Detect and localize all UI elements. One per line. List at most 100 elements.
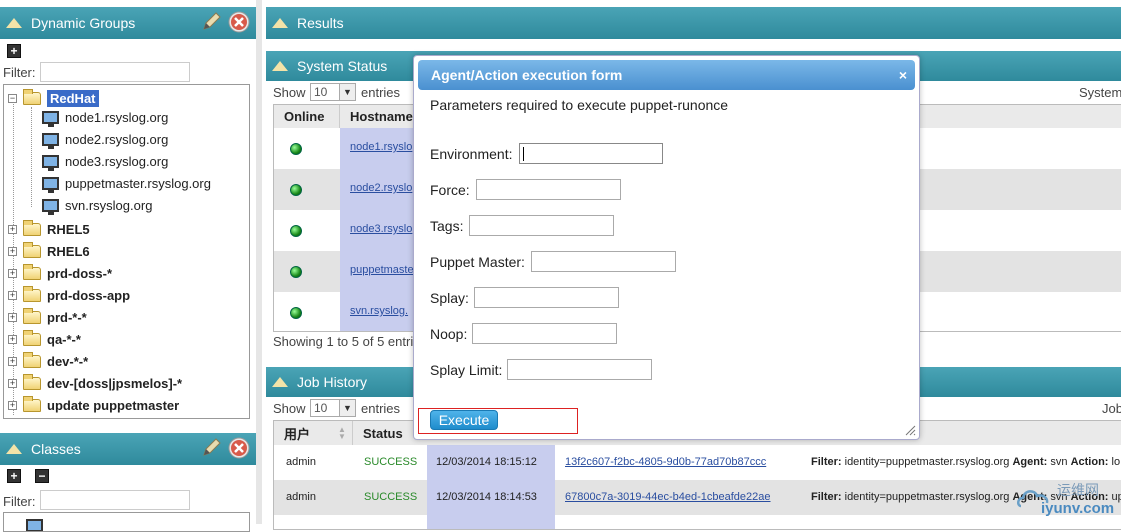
expand-toggle-icon[interactable]: + bbox=[8, 246, 17, 256]
tree-item-host[interactable]: puppetmaster.rsyslog.org bbox=[42, 173, 211, 193]
tree-item-update-puppetmaster[interactable]: + update puppetmaster bbox=[8, 395, 179, 415]
add-class-button[interactable]: + bbox=[7, 469, 21, 483]
job-user: admin bbox=[286, 491, 316, 503]
table-row[interactable]: admin SUCCESS 12/03/2014 18:14:53 67800c… bbox=[274, 480, 1121, 515]
dynamic-groups-title: Dynamic Groups bbox=[31, 15, 136, 31]
tree-item-host[interactable]: svn.rsyslog.org bbox=[42, 195, 152, 215]
chevron-down-icon: ▼ bbox=[339, 84, 355, 100]
remove-class-button[interactable]: − bbox=[35, 469, 49, 483]
collapse-toggle-icon[interactable]: − bbox=[8, 93, 17, 103]
splay-limit-input[interactable] bbox=[507, 359, 652, 380]
tree-item-host[interactable]: node2.rsyslog.org bbox=[42, 129, 168, 149]
force-label: Force: bbox=[430, 182, 470, 198]
hostname-link[interactable]: node3.rsyslo bbox=[350, 223, 412, 235]
noop-label: Noop: bbox=[430, 326, 468, 342]
dialog-description: Parameters required to execute puppet-ru… bbox=[430, 97, 729, 113]
job-id-link[interactable]: 13f2c607-f2bc-4805-9d0b-77ad70b87ccc bbox=[565, 456, 766, 468]
puppet-master-input[interactable] bbox=[531, 251, 676, 272]
environment-label: Environment: bbox=[430, 146, 513, 162]
job-status: SUCCESS bbox=[364, 491, 418, 503]
hostname-link[interactable]: node1.rsyslo bbox=[350, 141, 412, 153]
system-status-title: System Status bbox=[297, 58, 388, 74]
tree-item-dev-doss[interactable]: + dev-[doss|jpsmelos]-* bbox=[8, 373, 182, 393]
tree-item-host[interactable]: node3.rsyslog.org bbox=[42, 151, 168, 171]
add-group-button[interactable]: + bbox=[7, 44, 21, 58]
table-row[interactable]: admin SUCCESS 12/03/2014 18:15:12 13f2c6… bbox=[274, 445, 1121, 480]
edit-pencil-icon[interactable] bbox=[200, 11, 222, 33]
job-id-link[interactable]: 67800c7a-3019-44ec-b4ed-1cbeafde22ae bbox=[565, 491, 771, 503]
results-title: Results bbox=[297, 15, 344, 31]
expand-toggle-icon[interactable]: + bbox=[8, 290, 17, 300]
classes-header: Classes bbox=[0, 433, 256, 465]
page-size-select[interactable]: 10 ▼ bbox=[310, 399, 356, 417]
computer-icon bbox=[42, 132, 59, 149]
sort-icon: ▲ ▼ bbox=[338, 425, 346, 441]
folder-icon bbox=[23, 219, 41, 236]
collapse-triangle-icon[interactable] bbox=[6, 18, 22, 28]
expand-toggle-icon[interactable]: + bbox=[8, 334, 17, 344]
folder-icon bbox=[23, 307, 41, 324]
collapse-triangle-icon[interactable] bbox=[6, 444, 22, 454]
splay-label: Splay: bbox=[430, 290, 469, 306]
force-input[interactable] bbox=[476, 179, 621, 200]
hostname-link[interactable]: puppetmaste bbox=[350, 264, 414, 276]
online-status-icon bbox=[290, 184, 302, 196]
expand-toggle-icon[interactable]: + bbox=[8, 378, 17, 388]
online-status-icon bbox=[290, 266, 302, 278]
dynamic-groups-header: Dynamic Groups bbox=[0, 7, 256, 39]
delete-icon[interactable] bbox=[228, 11, 250, 33]
collapse-triangle-icon[interactable] bbox=[272, 18, 288, 28]
column-header-online[interactable]: Online bbox=[274, 105, 340, 128]
computer-icon bbox=[42, 198, 59, 215]
collapse-triangle-icon[interactable] bbox=[272, 377, 288, 387]
folder-icon bbox=[23, 263, 41, 280]
hostname-link[interactable]: node2.rsyslo bbox=[350, 182, 412, 194]
tree-item-rhel5[interactable]: + RHEL5 bbox=[8, 219, 90, 239]
computer-icon bbox=[26, 519, 43, 531]
computer-icon bbox=[42, 154, 59, 171]
classes-filter-input[interactable] bbox=[40, 490, 190, 510]
puppet-master-label: Puppet Master: bbox=[430, 254, 525, 270]
tree-item-dev[interactable]: + dev-*-* bbox=[8, 351, 88, 371]
online-status-icon bbox=[290, 143, 302, 155]
tree-item-redhat[interactable]: − RedHat bbox=[8, 88, 99, 108]
collapse-triangle-icon[interactable] bbox=[272, 61, 288, 71]
groups-filter-input[interactable] bbox=[40, 62, 190, 82]
splay-input[interactable] bbox=[474, 287, 619, 308]
table-row[interactable] bbox=[274, 515, 1121, 529]
delete-icon[interactable] bbox=[228, 437, 250, 459]
expand-toggle-icon[interactable]: + bbox=[8, 312, 17, 322]
dialog-titlebar[interactable]: Agent/Action execution form × bbox=[418, 60, 915, 90]
online-status-icon bbox=[290, 307, 302, 319]
computer-icon bbox=[42, 176, 59, 193]
edit-pencil-icon[interactable] bbox=[200, 437, 222, 459]
show-label: Show bbox=[273, 85, 306, 100]
expand-toggle-icon[interactable]: + bbox=[8, 400, 17, 410]
tree-item-qa[interactable]: + qa-*-* bbox=[8, 329, 81, 349]
tree-item-prd-doss[interactable]: + prd-doss-* bbox=[8, 263, 112, 283]
tree-item-host[interactable]: node1.rsyslog.org bbox=[42, 107, 168, 127]
execution-form-dialog: Agent/Action execution form × Parameters… bbox=[413, 55, 920, 440]
resize-handle-icon[interactable] bbox=[904, 424, 916, 436]
hostname-link[interactable]: svn.rsyslog. bbox=[350, 305, 408, 317]
groups-tree: − RedHat node1.rsyslog.org node2.rsyslog… bbox=[3, 84, 250, 419]
groups-filter-label: Filter: bbox=[3, 65, 36, 80]
online-status-icon bbox=[290, 225, 302, 237]
close-icon[interactable]: × bbox=[899, 60, 907, 90]
panel-divider[interactable] bbox=[256, 0, 262, 524]
tree-item-prd-doss-app[interactable]: + prd-doss-app bbox=[8, 285, 130, 305]
folder-icon bbox=[23, 395, 41, 412]
watermark-logo: 运维网 iyunv.com bbox=[1015, 478, 1121, 524]
expand-toggle-icon[interactable]: + bbox=[8, 356, 17, 366]
environment-input[interactable] bbox=[519, 143, 663, 164]
tree-item-prd[interactable]: + prd-*-* bbox=[8, 307, 87, 327]
folder-icon bbox=[23, 285, 41, 302]
expand-toggle-icon[interactable]: + bbox=[8, 268, 17, 278]
execute-button[interactable]: Execute bbox=[430, 410, 498, 430]
tags-input[interactable] bbox=[469, 215, 614, 236]
tree-item-rhel6[interactable]: + RHEL6 bbox=[8, 241, 90, 261]
expand-toggle-icon[interactable]: + bbox=[8, 224, 17, 234]
job-status: SUCCESS bbox=[364, 456, 418, 468]
page-size-select[interactable]: 10 ▼ bbox=[310, 83, 356, 101]
noop-input[interactable] bbox=[472, 323, 617, 344]
